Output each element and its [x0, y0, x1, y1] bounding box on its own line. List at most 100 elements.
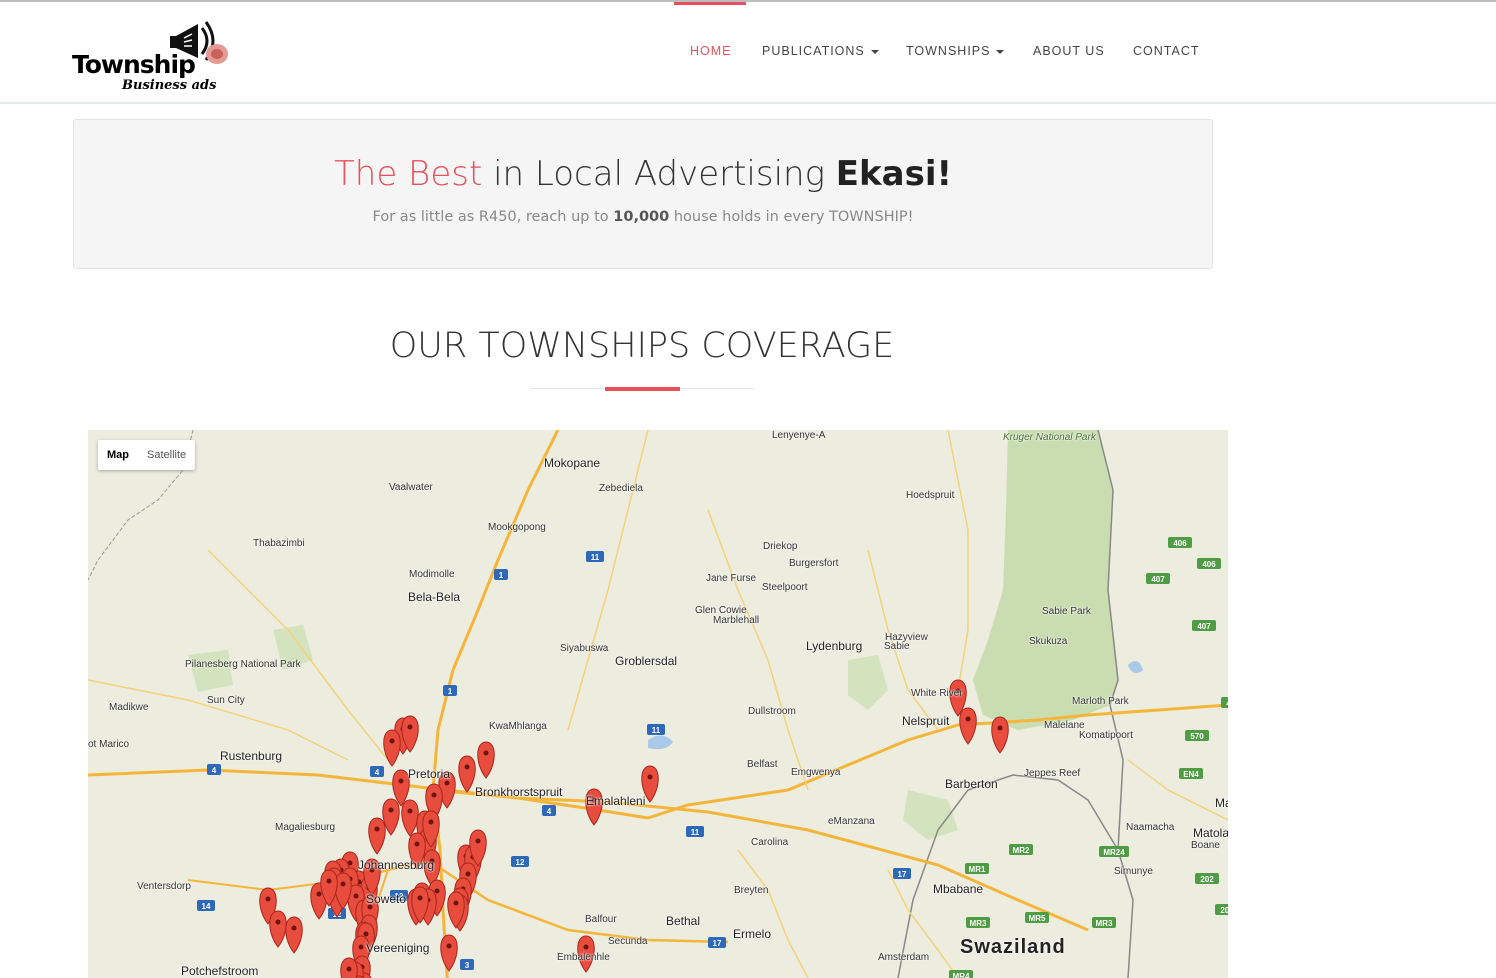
map-place-label: Johannesburg — [358, 858, 435, 872]
map-place-label: Mokopane — [544, 456, 601, 470]
map-place-label: Driekop — [763, 541, 798, 552]
map-place-label: Modimolle — [409, 569, 455, 580]
svg-text:202: 202 — [1200, 875, 1214, 884]
map-pin-icon[interactable] — [401, 799, 419, 837]
map-place-label: Bela-Bela — [408, 590, 461, 604]
map-pin-icon[interactable] — [285, 916, 303, 954]
map-place-label: Embalenhle — [557, 952, 610, 963]
map-place-label: Pilanesberg National Park — [185, 659, 301, 670]
map-place-label: Carolina — [751, 837, 789, 848]
road-shield: 406 — [1168, 537, 1192, 548]
map-place-label: Jane Furse — [706, 573, 757, 584]
map-place-label: Skukuza — [1029, 636, 1068, 647]
svg-text:1: 1 — [448, 687, 453, 696]
map-pin-icon[interactable] — [383, 729, 401, 767]
map-place-label: Potchefstroom — [181, 964, 259, 978]
nav-publications[interactable]: PUBLICATIONS — [762, 44, 879, 58]
road-shield: MR24 — [1099, 846, 1129, 857]
section-divider-accent — [605, 387, 680, 391]
map-place-label: Hoedspruit — [906, 490, 955, 501]
map-place-label: Emgwenya — [791, 767, 841, 778]
road-shield: MR2 — [1009, 844, 1033, 855]
map-place-label: Bethal — [666, 914, 701, 928]
map-place-label: Naamacha — [1126, 822, 1175, 833]
road-shield: 4 — [207, 764, 221, 775]
road-shield: EN4 — [1179, 768, 1203, 779]
nav-home[interactable]: HOME — [690, 44, 732, 58]
road — [1127, 759, 1228, 821]
svg-text:406: 406 — [1173, 539, 1187, 548]
map-pin-icon[interactable] — [991, 716, 1009, 754]
map-canvas[interactable]: 1111444111112121214171731406406407407405… — [88, 430, 1228, 978]
road-shield: 202 — [1215, 904, 1228, 915]
svg-text:3: 3 — [465, 961, 470, 970]
map-pin-icon[interactable] — [440, 934, 458, 972]
map-place-label: Lenyenye-A — [772, 430, 826, 441]
svg-text:MR1: MR1 — [969, 865, 986, 874]
map-place-label: Amsterdam — [878, 952, 930, 963]
nav-active-indicator — [674, 2, 746, 5]
road-shield: 11 — [586, 551, 604, 562]
hero-title-middle: in Local Advertising — [482, 154, 836, 194]
map-place-label: Mbabane — [933, 882, 984, 896]
hero-subtitle-pre: For as little as R450, reach up to — [372, 209, 614, 225]
caret-down-icon — [996, 49, 1005, 54]
road-shield: MR4 — [949, 970, 973, 978]
nav-contact[interactable]: CONTACT — [1133, 44, 1200, 58]
map-place-label: Burgersfort — [789, 558, 839, 569]
map-pin-icon[interactable] — [458, 755, 476, 793]
road-shield: MR1 — [965, 863, 989, 874]
coverage-map[interactable]: 1111444111112121214171731406406407407405… — [88, 430, 1228, 978]
road-shield: 407 — [1192, 620, 1216, 631]
water-body — [1128, 661, 1143, 674]
map-pin-icon[interactable] — [477, 741, 495, 779]
park-area — [848, 655, 888, 710]
map-place-label: Dullstroom — [748, 706, 796, 717]
nav-townships[interactable]: TOWNSHIPS — [906, 44, 1005, 58]
map-place-label: Ventersdorp — [137, 881, 191, 892]
road-shield: 3 — [460, 959, 474, 970]
road-shield: MR3 — [1092, 917, 1116, 928]
map-place-label: Simunye — [1114, 866, 1153, 877]
map-place-label: Siyabuswa — [560, 643, 609, 654]
logo[interactable]: Township Business ads — [70, 14, 235, 98]
hero-jumbotron: The Best in Local Advertising Ekasi! For… — [73, 119, 1213, 269]
nav-about-us[interactable]: ABOUT US — [1033, 44, 1105, 58]
map-place-label: Jeppes Reef — [1024, 768, 1081, 779]
map-place-label: Secunda — [608, 936, 648, 947]
svg-text:17: 17 — [713, 939, 722, 948]
map-pin-icon[interactable] — [269, 910, 287, 948]
map-place-label: Rustenburg — [220, 749, 283, 763]
road-shield: MR3 — [966, 917, 990, 928]
map-place-label: Marloth Park — [1072, 696, 1129, 707]
map-place-label: Sabie — [884, 641, 910, 652]
map-type-toggle: Map Satellite — [98, 440, 196, 470]
map-place-label: Steelpoort — [762, 582, 808, 593]
map-place-label: Sabie Park — [1042, 606, 1091, 617]
svg-text:202: 202 — [1220, 906, 1228, 915]
road-shield: 406 — [1197, 558, 1221, 569]
map-place-label: Balfour — [585, 914, 617, 925]
map-place-label: Thabazimbi — [253, 538, 305, 549]
road-shield: 1 — [443, 685, 457, 696]
map-place-label: White River — [911, 688, 963, 699]
map-place-label: Lydenburg — [806, 639, 863, 653]
map-place-label: Barberton — [945, 777, 998, 791]
svg-text:MR2: MR2 — [1013, 846, 1030, 855]
map-pin-icon[interactable] — [340, 957, 358, 978]
svg-text:11: 11 — [591, 553, 600, 562]
map-type-map-button[interactable]: Map — [98, 440, 138, 470]
map-place-label: ot Marico — [88, 739, 130, 750]
map-type-satellite-button[interactable]: Satellite — [138, 440, 195, 470]
svg-text:14: 14 — [202, 902, 211, 911]
map-pin-icon[interactable] — [959, 707, 977, 745]
svg-text:17: 17 — [898, 870, 907, 879]
svg-text:11: 11 — [691, 828, 700, 837]
kruger-park-area — [973, 430, 1118, 730]
road-shield: 11 — [647, 724, 665, 735]
road — [737, 849, 809, 978]
road-shield: 17 — [893, 868, 911, 879]
map-pin-icon[interactable] — [368, 817, 386, 855]
road-shield: 1 — [494, 569, 508, 580]
map-place-label: Mookgopong — [488, 522, 546, 533]
